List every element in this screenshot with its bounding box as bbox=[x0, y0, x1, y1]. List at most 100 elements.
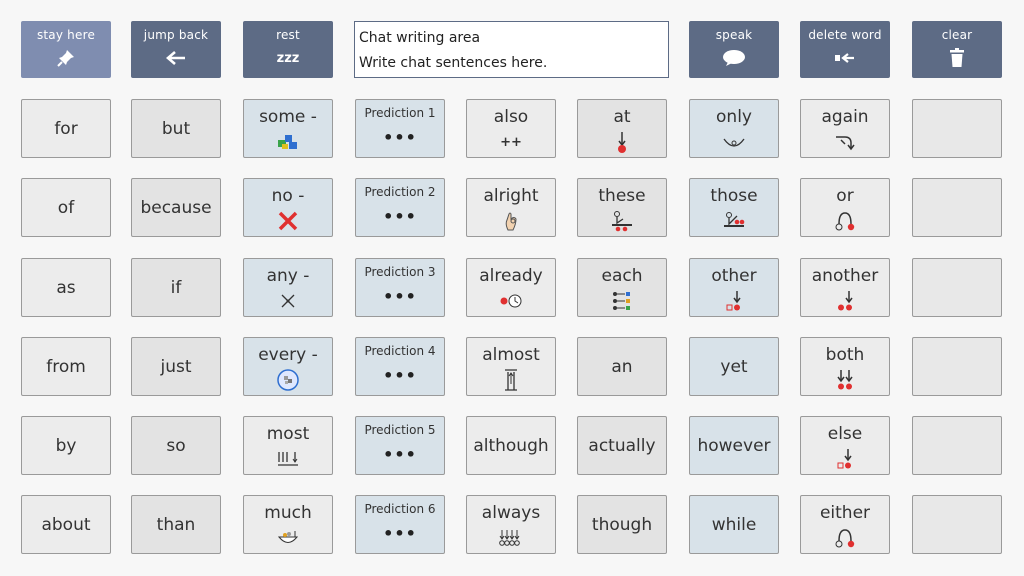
word-while[interactable]: while bbox=[689, 495, 779, 554]
word-label: another bbox=[811, 266, 879, 286]
plus-plus-icon: ++ bbox=[500, 134, 522, 150]
empty-cell[interactable] bbox=[912, 337, 1002, 396]
word-always[interactable]: always bbox=[466, 495, 556, 554]
arrow-left-icon bbox=[165, 48, 187, 68]
word-from[interactable]: from bbox=[21, 337, 111, 396]
empty-cell[interactable] bbox=[912, 258, 1002, 317]
word-of[interactable]: of bbox=[21, 178, 111, 237]
word-label: those bbox=[710, 186, 758, 206]
word-alright[interactable]: alright bbox=[466, 178, 556, 237]
globe-group-icon bbox=[276, 368, 300, 392]
word-label: almost bbox=[482, 345, 540, 365]
word-by[interactable]: by bbox=[21, 416, 111, 475]
word-most[interactable]: most bbox=[243, 416, 333, 475]
trash-icon bbox=[949, 48, 965, 68]
clear-button[interactable]: clear bbox=[912, 21, 1002, 78]
word-every[interactable]: every - bbox=[243, 337, 333, 396]
word-label: or bbox=[836, 186, 854, 206]
word-at[interactable]: at bbox=[577, 99, 667, 158]
empty-cell[interactable] bbox=[912, 178, 1002, 237]
empty-cell[interactable] bbox=[912, 99, 1002, 158]
word-label: actually bbox=[588, 435, 656, 456]
word-or[interactable]: or bbox=[800, 178, 890, 237]
speech-bubble-icon bbox=[722, 48, 746, 68]
ellipsis-icon: ••• bbox=[383, 207, 417, 226]
word-either[interactable]: either bbox=[800, 495, 890, 554]
word-although[interactable]: although bbox=[466, 416, 556, 475]
sleep-icon: zzz bbox=[276, 50, 300, 66]
empty-cell[interactable] bbox=[912, 416, 1002, 475]
prediction-2[interactable]: Prediction 2 ••• bbox=[355, 178, 445, 237]
prediction-6[interactable]: Prediction 6 ••• bbox=[355, 495, 445, 554]
backspace-icon bbox=[834, 48, 856, 68]
word-just[interactable]: just bbox=[131, 337, 221, 396]
word-any[interactable]: any - bbox=[243, 258, 333, 317]
word-no[interactable]: no - bbox=[243, 178, 333, 237]
repeat-icon bbox=[833, 130, 857, 154]
word-about[interactable]: about bbox=[21, 495, 111, 554]
word-those[interactable]: those bbox=[689, 178, 779, 237]
word-label: while bbox=[711, 514, 757, 535]
word-some[interactable]: some - bbox=[243, 99, 333, 158]
word-as[interactable]: as bbox=[21, 258, 111, 317]
word-much[interactable]: much bbox=[243, 495, 333, 554]
word-label: other bbox=[711, 266, 757, 286]
word-already[interactable]: already bbox=[466, 258, 556, 317]
word-label: though bbox=[591, 514, 653, 535]
delete-word-button[interactable]: delete word bbox=[800, 21, 890, 78]
word-else[interactable]: else bbox=[800, 416, 890, 475]
word-label: although bbox=[473, 435, 549, 456]
word-label: these bbox=[598, 186, 646, 206]
empty-cell[interactable] bbox=[912, 495, 1002, 554]
blocks-icon bbox=[276, 130, 300, 154]
word-only[interactable]: only bbox=[689, 99, 779, 158]
word-however[interactable]: however bbox=[689, 416, 779, 475]
word-again[interactable]: again bbox=[800, 99, 890, 158]
word-actually[interactable]: actually bbox=[577, 416, 667, 475]
word-though[interactable]: though bbox=[577, 495, 667, 554]
prediction-label: Prediction 3 bbox=[364, 265, 436, 279]
prediction-label: Prediction 1 bbox=[364, 106, 436, 120]
word-but[interactable]: but bbox=[131, 99, 221, 158]
jump-back-button[interactable]: jump back bbox=[131, 21, 221, 78]
word-these[interactable]: these bbox=[577, 178, 667, 237]
arrow-dot-icon bbox=[614, 130, 630, 154]
word-label: but bbox=[161, 118, 191, 139]
word-if[interactable]: if bbox=[131, 258, 221, 317]
speak-label: speak bbox=[715, 28, 753, 42]
chat-writing-area[interactable]: Chat writing area Write chat sentences h… bbox=[354, 21, 669, 78]
word-because[interactable]: because bbox=[131, 178, 221, 237]
word-almost[interactable]: almost bbox=[466, 337, 556, 396]
speak-button[interactable]: speak bbox=[689, 21, 779, 78]
stay-here-button[interactable]: stay here bbox=[21, 21, 111, 78]
word-another[interactable]: another bbox=[800, 258, 890, 317]
ellipsis-icon: ••• bbox=[383, 445, 417, 464]
word-also[interactable]: also ++ bbox=[466, 99, 556, 158]
word-label: some - bbox=[259, 107, 317, 127]
word-each[interactable]: each bbox=[577, 258, 667, 317]
word-label: for bbox=[54, 118, 78, 139]
rest-label: rest bbox=[276, 28, 300, 42]
word-both[interactable]: both bbox=[800, 337, 890, 396]
always-icon bbox=[497, 526, 525, 550]
prediction-1[interactable]: Prediction 1 ••• bbox=[355, 99, 445, 158]
word-an[interactable]: an bbox=[577, 337, 667, 396]
word-so[interactable]: so bbox=[131, 416, 221, 475]
clear-label: clear bbox=[941, 28, 973, 42]
each-icon bbox=[611, 289, 633, 313]
word-other[interactable]: other bbox=[689, 258, 779, 317]
those-icon bbox=[721, 209, 747, 233]
word-for[interactable]: for bbox=[21, 99, 111, 158]
only-icon bbox=[721, 130, 747, 154]
word-yet[interactable]: yet bbox=[689, 337, 779, 396]
scatter-arrows-icon bbox=[279, 289, 297, 313]
rest-button[interactable]: rest zzz bbox=[243, 21, 333, 78]
word-label: than bbox=[156, 514, 196, 535]
word-than[interactable]: than bbox=[131, 495, 221, 554]
ellipsis-icon: ••• bbox=[383, 366, 417, 385]
prediction-5[interactable]: Prediction 5 ••• bbox=[355, 416, 445, 475]
prediction-3[interactable]: Prediction 3 ••• bbox=[355, 258, 445, 317]
prediction-label: Prediction 5 bbox=[364, 423, 436, 437]
word-label: any - bbox=[266, 266, 310, 286]
prediction-4[interactable]: Prediction 4 ••• bbox=[355, 337, 445, 396]
